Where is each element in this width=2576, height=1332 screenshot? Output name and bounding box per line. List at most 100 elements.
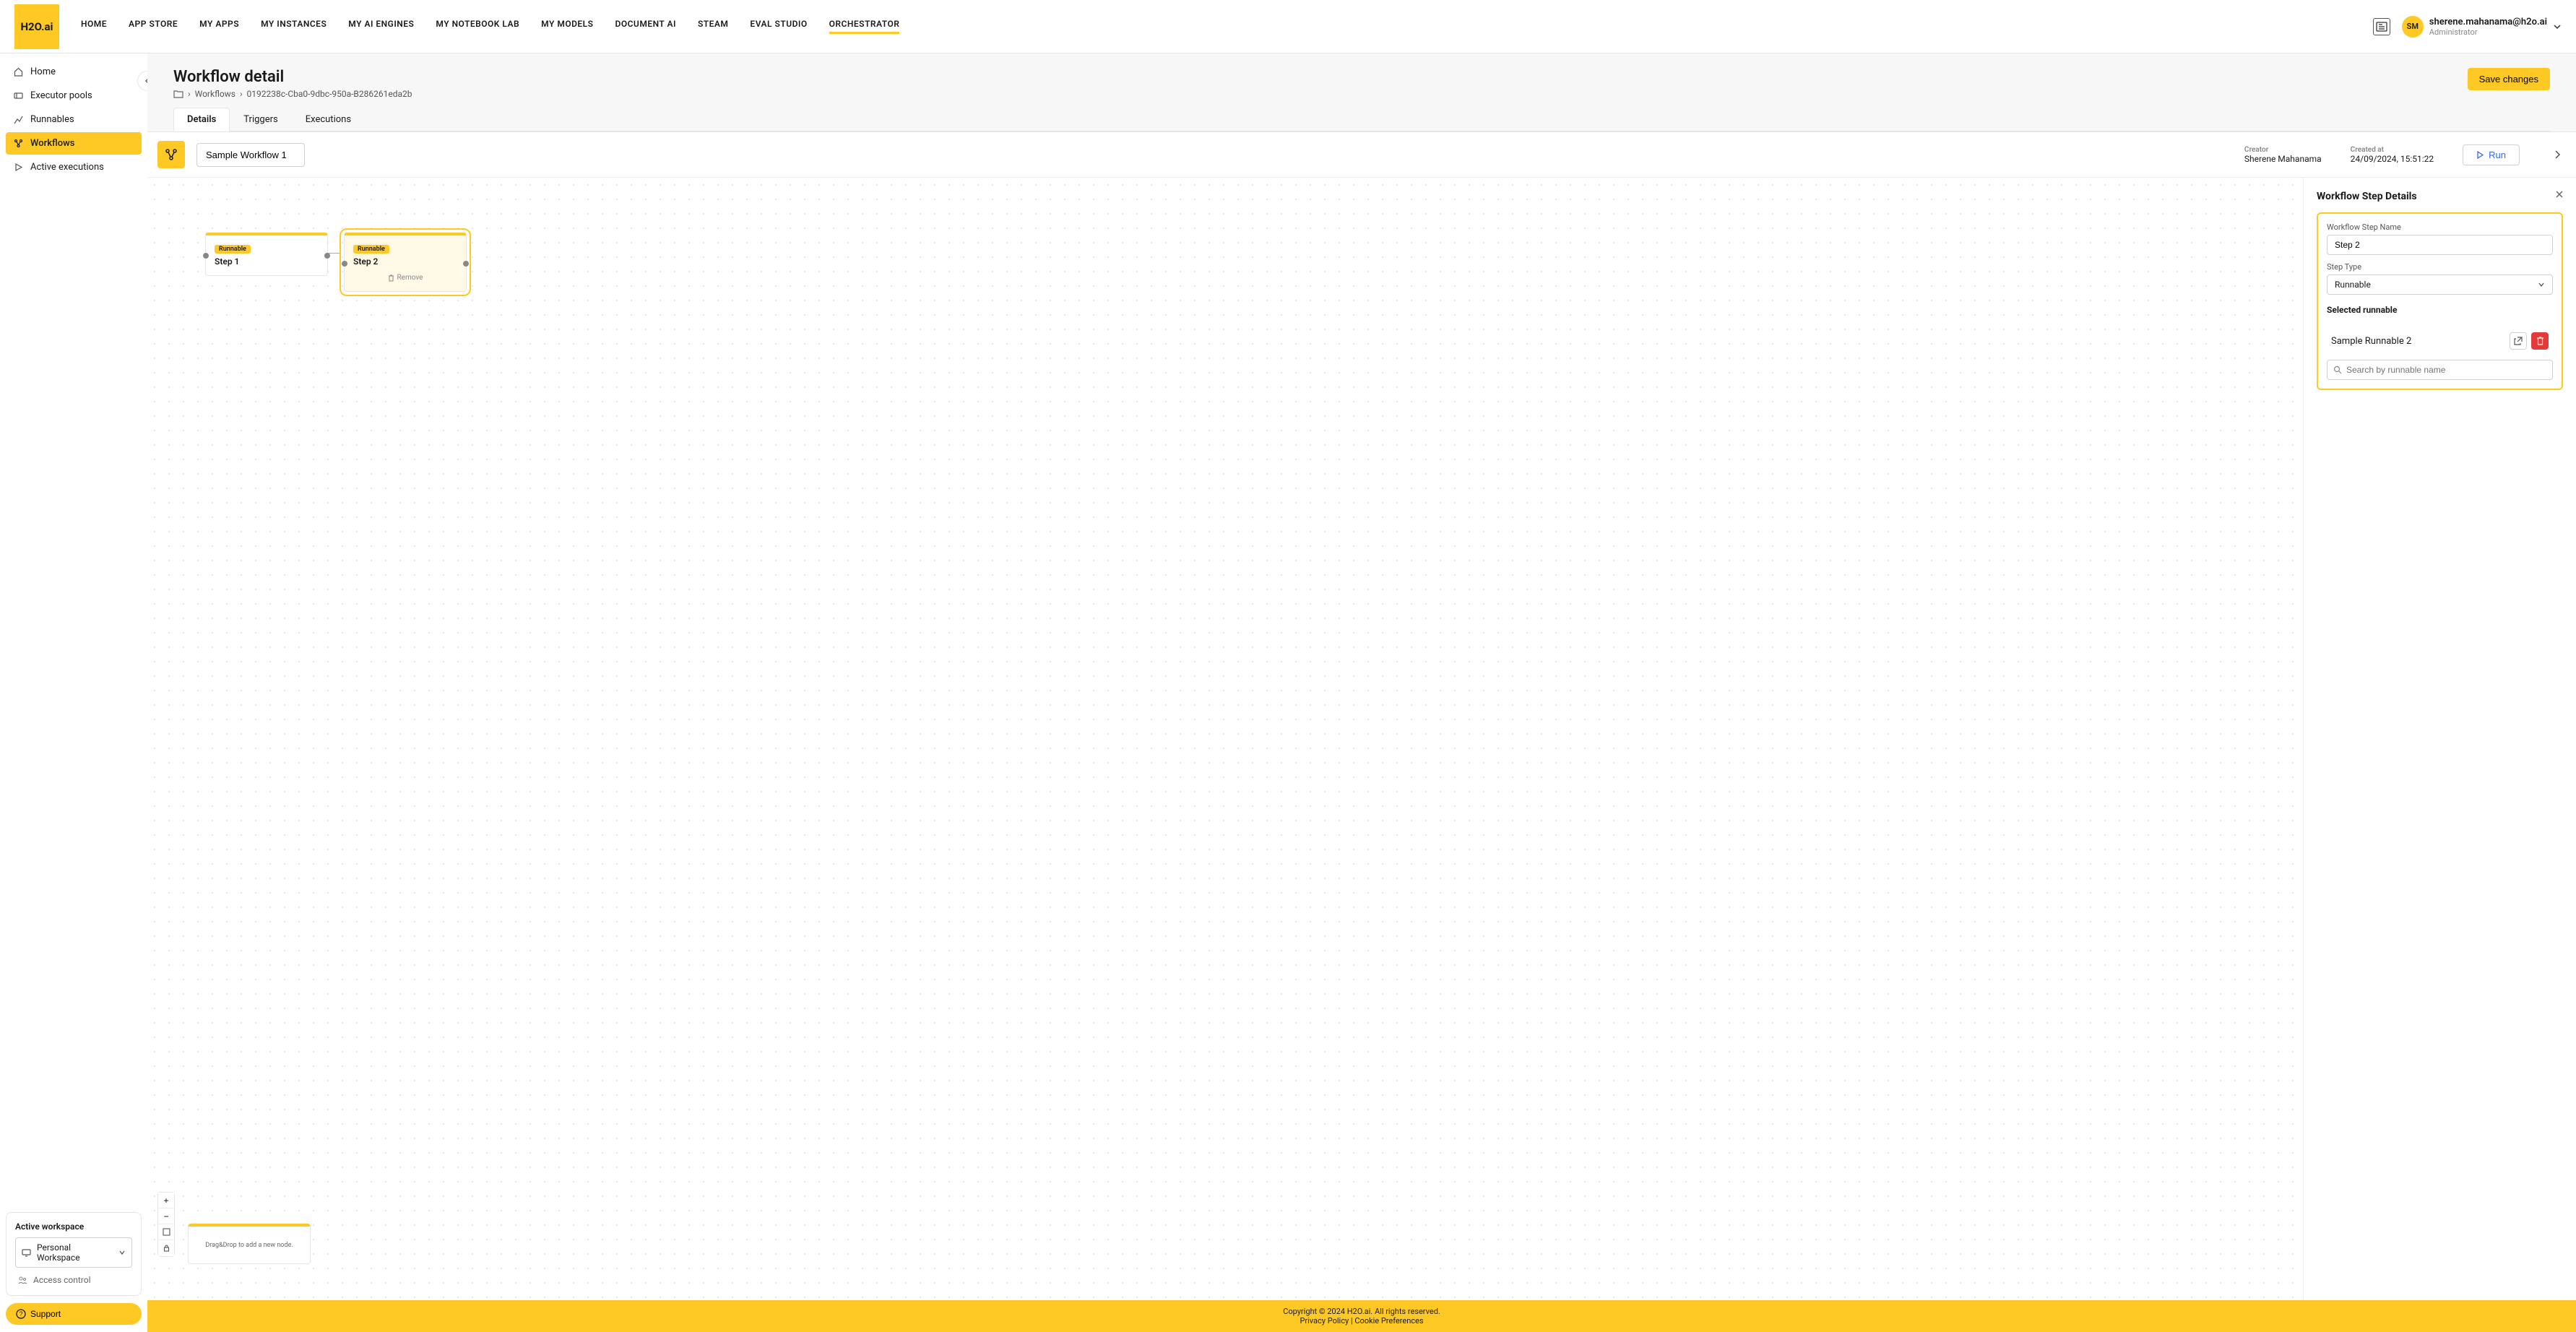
node-handle-left[interactable] bbox=[342, 261, 347, 267]
breadcrumb-workflows[interactable]: Workflows bbox=[195, 89, 235, 99]
step-type-value: Runnable bbox=[2335, 280, 2371, 290]
step-type-label: Step Type bbox=[2327, 262, 2553, 272]
main-nav: HOME APP STORE MY APPS MY INSTANCES MY A… bbox=[81, 19, 2373, 34]
nav-orchestrator[interactable]: ORCHESTRATOR bbox=[829, 19, 900, 34]
sidebar-item-label: Active executions bbox=[30, 162, 104, 173]
node-title: Step 2 bbox=[353, 256, 457, 267]
run-label: Run bbox=[2489, 150, 2506, 160]
sidebar-item-runnables[interactable]: Runnables bbox=[6, 108, 142, 131]
brand-logo[interactable]: H2O.ai bbox=[14, 4, 59, 49]
top-header: H2O.ai HOME APP STORE MY APPS MY INSTANC… bbox=[0, 0, 2576, 53]
runnable-search-input[interactable] bbox=[2346, 365, 2546, 375]
breadcrumb-id: 0192238c-Cba0-9dbc-950a-B286261eda2b bbox=[247, 89, 412, 99]
support-label: Support bbox=[30, 1309, 61, 1319]
workflow-node-step1[interactable]: Runnable Step 1 bbox=[205, 233, 328, 276]
node-handle-left[interactable] bbox=[203, 253, 209, 259]
nav-document-ai[interactable]: DOCUMENT AI bbox=[615, 19, 676, 34]
step-details-panel: Workflow Step Details Workflow Step Name… bbox=[2303, 178, 2576, 1300]
save-changes-button[interactable]: Save changes bbox=[2468, 68, 2550, 90]
folder-icon bbox=[173, 90, 183, 98]
sidebar-item-home[interactable]: Home bbox=[6, 61, 142, 83]
remove-label: Remove bbox=[397, 274, 423, 282]
step-type-select[interactable]: Runnable bbox=[2327, 274, 2553, 295]
selected-runnable-row: Sample Runnable 2 bbox=[2327, 322, 2553, 360]
node-title: Step 1 bbox=[215, 256, 319, 267]
cookie-preferences-link[interactable]: Cookie Preferences bbox=[1354, 1316, 1423, 1325]
nav-home[interactable]: HOME bbox=[81, 19, 107, 34]
nav-app-store[interactable]: APP STORE bbox=[129, 19, 178, 34]
tab-executions[interactable]: Executions bbox=[292, 108, 365, 131]
delete-runnable-button[interactable] bbox=[2531, 332, 2549, 350]
chevron-down-icon bbox=[118, 1249, 126, 1256]
footer-copyright: Copyright © 2024 H2O.ai. All rights rese… bbox=[1283, 1307, 1440, 1316]
step-name-label: Workflow Step Name bbox=[2327, 222, 2553, 232]
main: Workflow detail › Workflows › 0192238c-C… bbox=[147, 53, 2576, 1332]
tabs: Details Triggers Executions bbox=[173, 108, 2550, 131]
user-info: sherene.mahanama@h2o.ai Administrator bbox=[2429, 17, 2547, 37]
workspace-select[interactable]: Personal Workspace bbox=[15, 1237, 132, 1268]
open-runnable-button[interactable] bbox=[2510, 332, 2527, 350]
news-icon[interactable] bbox=[2373, 18, 2390, 35]
step-name-input[interactable] bbox=[2327, 235, 2553, 255]
sidebar-item-workflows[interactable]: Workflows bbox=[6, 132, 142, 155]
selected-runnable-value: Sample Runnable 2 bbox=[2331, 336, 2411, 347]
runnable-icon bbox=[13, 115, 23, 125]
tab-triggers[interactable]: Triggers bbox=[230, 108, 291, 131]
chevron-right-icon: › bbox=[188, 89, 191, 99]
close-panel-button[interactable] bbox=[2553, 188, 2566, 201]
zoom-out-button[interactable]: − bbox=[158, 1208, 174, 1224]
zoom-controls: + − bbox=[157, 1192, 175, 1257]
side-nav: Home Executor pools Runnables Workflows … bbox=[6, 61, 142, 178]
help-icon: ? bbox=[16, 1309, 26, 1319]
privacy-policy-link[interactable]: Privacy Policy bbox=[1300, 1316, 1349, 1325]
lock-button[interactable] bbox=[158, 1240, 174, 1256]
node-handle-right[interactable] bbox=[463, 261, 469, 267]
search-icon bbox=[2333, 366, 2342, 374]
toolbar-meta: Creator Sherene Mahanama Created at 24/0… bbox=[2244, 144, 2566, 165]
workflow-name-input[interactable] bbox=[196, 143, 305, 167]
nav-steam[interactable]: STEAM bbox=[698, 19, 728, 34]
creator-meta: Creator Sherene Mahanama bbox=[2244, 146, 2322, 164]
nav-my-instances[interactable]: MY INSTANCES bbox=[261, 19, 327, 34]
flow-icon-button[interactable] bbox=[157, 141, 185, 168]
fit-view-button[interactable] bbox=[158, 1224, 174, 1240]
nav-eval-studio[interactable]: EVAL STUDIO bbox=[750, 19, 807, 34]
nav-my-notebook-lab[interactable]: MY NOTEBOOK LAB bbox=[436, 19, 519, 34]
nav-my-models[interactable]: MY MODELS bbox=[541, 19, 593, 34]
avatar: SM bbox=[2402, 16, 2424, 38]
sidebar-item-active-executions[interactable]: Active executions bbox=[6, 156, 142, 178]
sidebar-item-label: Home bbox=[30, 66, 56, 77]
drag-drop-hint[interactable]: Drag&Drop to add a new node. bbox=[188, 1224, 311, 1264]
user-menu[interactable]: SM sherene.mahanama@h2o.ai Administrator bbox=[2402, 16, 2562, 38]
sidebar-item-executor-pools[interactable]: Executor pools bbox=[6, 85, 142, 107]
run-button[interactable]: Run bbox=[2463, 144, 2520, 165]
home-icon bbox=[13, 67, 23, 77]
workflow-node-step2[interactable]: Runnable Step 2 Remove bbox=[344, 233, 467, 292]
panel-title: Workflow Step Details bbox=[2317, 191, 2563, 202]
trash-icon bbox=[388, 274, 394, 282]
workflow-icon bbox=[13, 139, 23, 149]
monitor-icon bbox=[22, 1248, 31, 1258]
sidebar-item-label: Workflows bbox=[30, 138, 74, 149]
zoom-in-button[interactable]: + bbox=[158, 1193, 174, 1208]
pool-icon bbox=[13, 91, 23, 101]
workflow-canvas[interactable]: Runnable Step 1 Runnable Step 2 Remove bbox=[147, 178, 2303, 1300]
access-control-link[interactable]: Access control bbox=[15, 1273, 132, 1286]
created-value: 24/09/2024, 15:51:22 bbox=[2351, 154, 2434, 164]
node-remove-button[interactable]: Remove bbox=[353, 274, 457, 282]
creator-value: Sherene Mahanama bbox=[2244, 154, 2322, 164]
expand-panel-button[interactable] bbox=[2549, 146, 2566, 163]
breadcrumb: › Workflows › 0192238c-Cba0-9dbc-950a-B2… bbox=[173, 89, 412, 99]
users-icon bbox=[18, 1276, 27, 1285]
nav-my-ai-engines[interactable]: MY AI ENGINES bbox=[348, 19, 414, 34]
node-handle-right[interactable] bbox=[324, 253, 330, 259]
workspace-label: Active workspace bbox=[15, 1221, 132, 1232]
sidebar: Home Executor pools Runnables Workflows … bbox=[0, 53, 147, 1332]
tab-details[interactable]: Details bbox=[173, 108, 230, 131]
workspace-block: Active workspace Personal Workspace Acce… bbox=[6, 1212, 142, 1296]
play-icon bbox=[2476, 151, 2484, 159]
workspace-value: Personal Workspace bbox=[37, 1242, 113, 1263]
support-button[interactable]: ? Support bbox=[6, 1303, 142, 1325]
runnable-search[interactable] bbox=[2327, 360, 2553, 380]
nav-my-apps[interactable]: MY APPS bbox=[199, 19, 239, 34]
